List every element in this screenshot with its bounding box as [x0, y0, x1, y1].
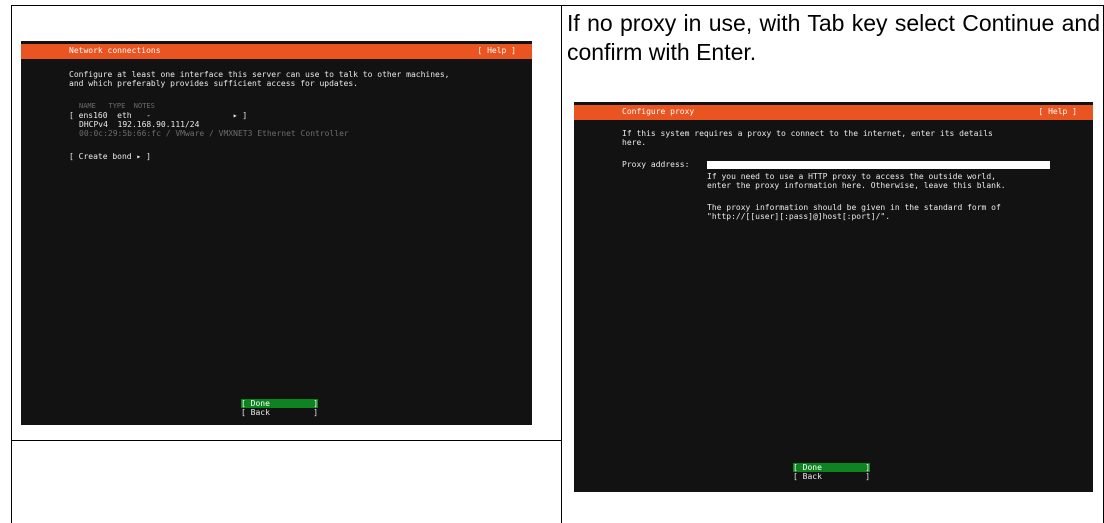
proxy-format-line-2: "http://[[user][:pass]@]host[:port]/". [707, 212, 891, 221]
network-done-button[interactable]: [ Done ] [241, 399, 319, 408]
create-bond-button[interactable]: [ Create bond ▸ ] [69, 152, 151, 161]
interface-row-ens160[interactable]: [ ens160 eth - ▸ ] [69, 111, 247, 120]
proxy-intro-line-1: If this system requires a proxy to conne… [622, 129, 993, 138]
proxy-hint-line-2: enter the proxy information here. Otherw… [707, 181, 1006, 190]
table-border-top [11, 5, 1104, 6]
instruction-caption: If no proxy in use, with Tab key select … [567, 10, 1100, 65]
proxy-address-label: Proxy address: [622, 160, 690, 169]
table-border-left [11, 5, 12, 523]
proxy-done-button[interactable]: [ Done ] [793, 463, 871, 472]
proxy-hint-line-1: If you need to use a HTTP proxy to acces… [707, 172, 996, 181]
interface-mac-row: 00:0c:29:5b:66:fc / VMware / VMXNET3 Eth… [79, 129, 349, 138]
proxy-format-line-1: The proxy information should be given in… [707, 203, 1001, 212]
proxy-help-button[interactable]: [ Help ] [1038, 107, 1077, 116]
table-row-divider [11, 440, 562, 441]
proxy-intro-line-2: here. [622, 138, 647, 147]
network-help-button[interactable]: [ Help ] [477, 46, 516, 55]
proxy-header-bar: Configure proxy [ Help ] [574, 105, 1093, 120]
proxy-back-button[interactable]: [ Back ] [793, 472, 870, 481]
network-screen-title: Network connections [69, 46, 161, 55]
network-header-bar: Network connections [ Help ] [21, 44, 532, 59]
network-back-button[interactable]: [ Back ] [241, 408, 318, 417]
proxy-screen-title: Configure proxy [622, 107, 695, 116]
configure-proxy-screenshot: Configure proxy [ Help ] If this system … [574, 102, 1093, 492]
table-column-divider [561, 5, 562, 523]
network-connections-screenshot: Network connections [ Help ] Configure a… [21, 41, 532, 425]
interface-dhcp-row: DHCPv4 192.168.90.111/24 [79, 120, 200, 129]
network-intro-line-2: and which preferably provides sufficient… [69, 79, 358, 88]
proxy-address-input[interactable] [707, 161, 1050, 169]
interface-table-header: NAME TYPE NOTES [79, 102, 155, 110]
network-intro-line-1: Configure at least one interface this se… [69, 70, 450, 79]
